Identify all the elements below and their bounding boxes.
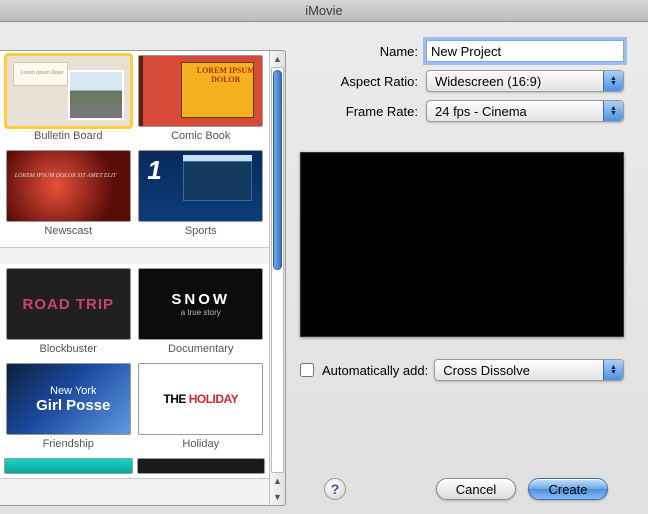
theme-label: Bulletin Board bbox=[4, 130, 133, 142]
theme-thumbnail bbox=[137, 458, 266, 474]
theme-thumbnail bbox=[138, 150, 263, 222]
transition-value: Cross Dissolve bbox=[443, 363, 530, 378]
theme-item-newscast[interactable]: LOREM IPSUM DOLOR SIT AMET ELIT Newscast bbox=[4, 150, 133, 243]
theme-group: ROAD TRIP Blockbuster SNOW a true story … bbox=[0, 264, 269, 479]
scroll-thumb[interactable] bbox=[273, 70, 282, 270]
theme-group: Lorem Ipsum Dolor Bulletin Board LOREM I… bbox=[0, 51, 269, 248]
auto-add-label: Automatically add: bbox=[322, 363, 428, 378]
select-stepper-icon: ▲▼ bbox=[603, 101, 623, 121]
theme-item-friendship[interactable]: New York Girl Posse Friendship bbox=[4, 363, 133, 456]
frame-rate-label: Frame Rate: bbox=[300, 104, 418, 119]
theme-label: Documentary bbox=[137, 343, 266, 355]
frame-rate-select[interactable]: 24 fps - Cinema ▲▼ bbox=[426, 100, 624, 122]
theme-item-partial[interactable] bbox=[137, 458, 266, 474]
help-button[interactable]: ? bbox=[324, 478, 346, 500]
scroll-up-icon[interactable]: ▲ bbox=[270, 51, 285, 67]
theme-thumbnail: THE HOLIDAY bbox=[138, 363, 263, 435]
theme-thumbnail: New York Girl Posse bbox=[6, 363, 131, 435]
theme-thumbnail: LOREM IPSUM DOLOR bbox=[138, 55, 263, 127]
theme-label: Comic Book bbox=[137, 130, 266, 142]
scroll-down-icon[interactable]: ▼ bbox=[270, 489, 285, 505]
titlebar: iMovie bbox=[0, 0, 648, 22]
aspect-ratio-select[interactable]: Widescreen (16:9) ▲▼ bbox=[426, 70, 624, 92]
app-title: iMovie bbox=[0, 0, 648, 22]
theme-item-holiday[interactable]: THE HOLIDAY Holiday bbox=[137, 363, 266, 456]
theme-browser: Lorem Ipsum Dolor Bulletin Board LOREM I… bbox=[0, 50, 286, 506]
scrollbar[interactable]: ▲ ▲ ▼ bbox=[269, 51, 285, 505]
theme-label: Sports bbox=[137, 225, 266, 237]
theme-label: Blockbuster bbox=[4, 343, 133, 355]
scroll-up2-icon[interactable]: ▲ bbox=[270, 473, 285, 489]
select-stepper-icon: ▲▼ bbox=[603, 360, 623, 380]
help-icon: ? bbox=[331, 481, 340, 497]
theme-label: Holiday bbox=[137, 438, 266, 450]
theme-thumbnail bbox=[4, 458, 133, 474]
theme-thumbnail: LOREM IPSUM DOLOR SIT AMET ELIT bbox=[6, 150, 131, 222]
scroll-track[interactable] bbox=[271, 67, 284, 473]
auto-add-checkbox[interactable] bbox=[300, 363, 314, 377]
transition-select[interactable]: Cross Dissolve ▲▼ bbox=[434, 359, 624, 381]
theme-item-documentary[interactable]: SNOW a true story Documentary bbox=[137, 268, 266, 361]
select-stepper-icon: ▲▼ bbox=[603, 71, 623, 91]
theme-thumbnail: SNOW a true story bbox=[138, 268, 263, 340]
theme-item-bulletin-board[interactable]: Lorem Ipsum Dolor Bulletin Board bbox=[4, 55, 133, 148]
theme-thumbnail: ROAD TRIP bbox=[6, 268, 131, 340]
frame-value: 24 fps - Cinema bbox=[435, 104, 527, 119]
cancel-button[interactable]: Cancel bbox=[436, 478, 516, 500]
aspect-label: Aspect Ratio: bbox=[300, 74, 418, 89]
name-input[interactable] bbox=[426, 40, 624, 62]
aspect-value: Widescreen (16:9) bbox=[435, 74, 541, 89]
theme-label: Newscast bbox=[4, 225, 133, 237]
create-button[interactable]: Create bbox=[528, 478, 608, 500]
theme-item-comic-book[interactable]: LOREM IPSUM DOLOR Comic Book bbox=[137, 55, 266, 148]
preview-area bbox=[300, 152, 624, 337]
name-label: Name: bbox=[300, 44, 418, 59]
theme-thumbnail: Lorem Ipsum Dolor bbox=[6, 55, 131, 127]
theme-item-sports[interactable]: Sports bbox=[137, 150, 266, 243]
theme-item-partial[interactable] bbox=[4, 458, 133, 474]
theme-item-blockbuster[interactable]: ROAD TRIP Blockbuster bbox=[4, 268, 133, 361]
theme-label: Friendship bbox=[4, 438, 133, 450]
project-form: Name: Aspect Ratio: Widescreen (16:9) ▲▼… bbox=[300, 40, 624, 514]
